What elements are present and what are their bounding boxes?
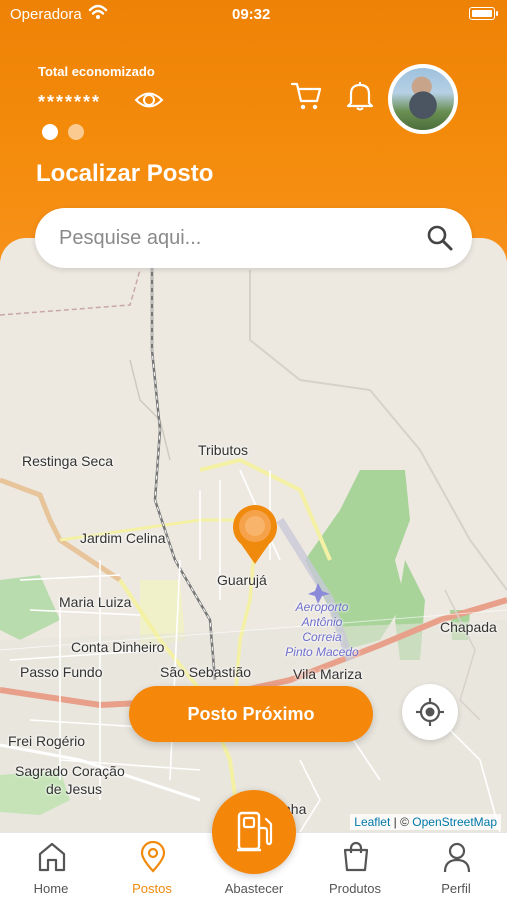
home-icon <box>38 842 66 872</box>
carousel-dot[interactable] <box>68 124 84 140</box>
leaflet-link[interactable]: Leaflet <box>354 815 390 829</box>
map-label: Tributos <box>198 442 249 458</box>
search-input[interactable] <box>59 220 419 256</box>
attribution-separator: | © <box>390 815 413 829</box>
total-saved-label: Total economizado <box>38 64 155 79</box>
map-label: Frei Rogério <box>8 733 86 749</box>
map-label: Sagrado Coração <box>15 763 125 779</box>
search-icon[interactable] <box>426 224 454 252</box>
tab-postos[interactable]: Postos <box>107 833 197 900</box>
map-label: Passo Fundo <box>20 664 103 680</box>
tab-perfil[interactable]: Perfil <box>411 833 501 900</box>
abastecer-button[interactable] <box>212 790 296 874</box>
tab-label: Abastecer <box>224 881 284 896</box>
map-label: Restinga Seca <box>22 453 114 469</box>
bell-icon[interactable] <box>345 80 375 112</box>
map-label: Vila Mariza <box>293 666 362 682</box>
airport-line: Antônio <box>301 615 343 629</box>
tab-label: Postos <box>132 881 172 896</box>
map-attribution: Leaflet | © OpenStreetMap <box>350 814 501 830</box>
airport-label: Aeroporto Antônio Correia Pinto Macedo <box>282 600 362 660</box>
eye-icon[interactable] <box>134 87 164 113</box>
map-pin-icon[interactable] <box>229 502 281 566</box>
locate-icon <box>416 698 444 726</box>
tab-produtos[interactable]: Produtos <box>310 833 400 900</box>
avatar[interactable] <box>388 64 458 134</box>
total-saved-value: ******* <box>38 92 102 112</box>
location-icon <box>140 841 166 873</box>
map-label: Conta Dinheiro <box>71 639 165 655</box>
carrier-name: Operadora <box>10 6 82 23</box>
battery-icon <box>469 7 498 20</box>
map-label: Jardim Celina <box>80 530 166 546</box>
map-label: Guarujá <box>217 572 267 588</box>
shopping-bag-icon <box>343 841 369 872</box>
airport-line: Pinto Macedo <box>285 645 359 659</box>
status-bar: Operadora 09:32 <box>0 0 507 30</box>
tab-label: Produtos <box>328 881 382 896</box>
map-label: de Jesus <box>46 781 103 797</box>
tab-home[interactable]: Home <box>6 833 96 900</box>
tab-label: Perfil <box>441 881 471 896</box>
nearest-station-button[interactable]: Posto Próximo <box>129 686 373 742</box>
page-title: Localizar Posto <box>36 160 214 187</box>
user-icon <box>443 842 471 873</box>
tab-label: Home <box>33 881 69 896</box>
search-bar[interactable] <box>35 208 472 268</box>
fuel-pump-icon <box>237 811 273 852</box>
airport-line: Correia <box>302 630 342 644</box>
map-view[interactable]: Restinga Seca Tributos Jardim Celina Gua… <box>0 238 507 832</box>
map-label: Maria Luiza <box>59 594 132 610</box>
map-label: Chapada <box>440 619 497 635</box>
locate-me-button[interactable] <box>402 684 458 740</box>
map-label: São Sebastião <box>160 664 252 680</box>
carousel-dots <box>42 124 94 145</box>
osm-link[interactable]: OpenStreetMap <box>412 815 497 829</box>
airport-line: Aeroporto <box>295 600 349 614</box>
wifi-icon <box>88 4 108 19</box>
cart-icon[interactable] <box>290 80 324 112</box>
carousel-dot-active[interactable] <box>42 124 58 140</box>
clock: 09:32 <box>232 6 271 23</box>
